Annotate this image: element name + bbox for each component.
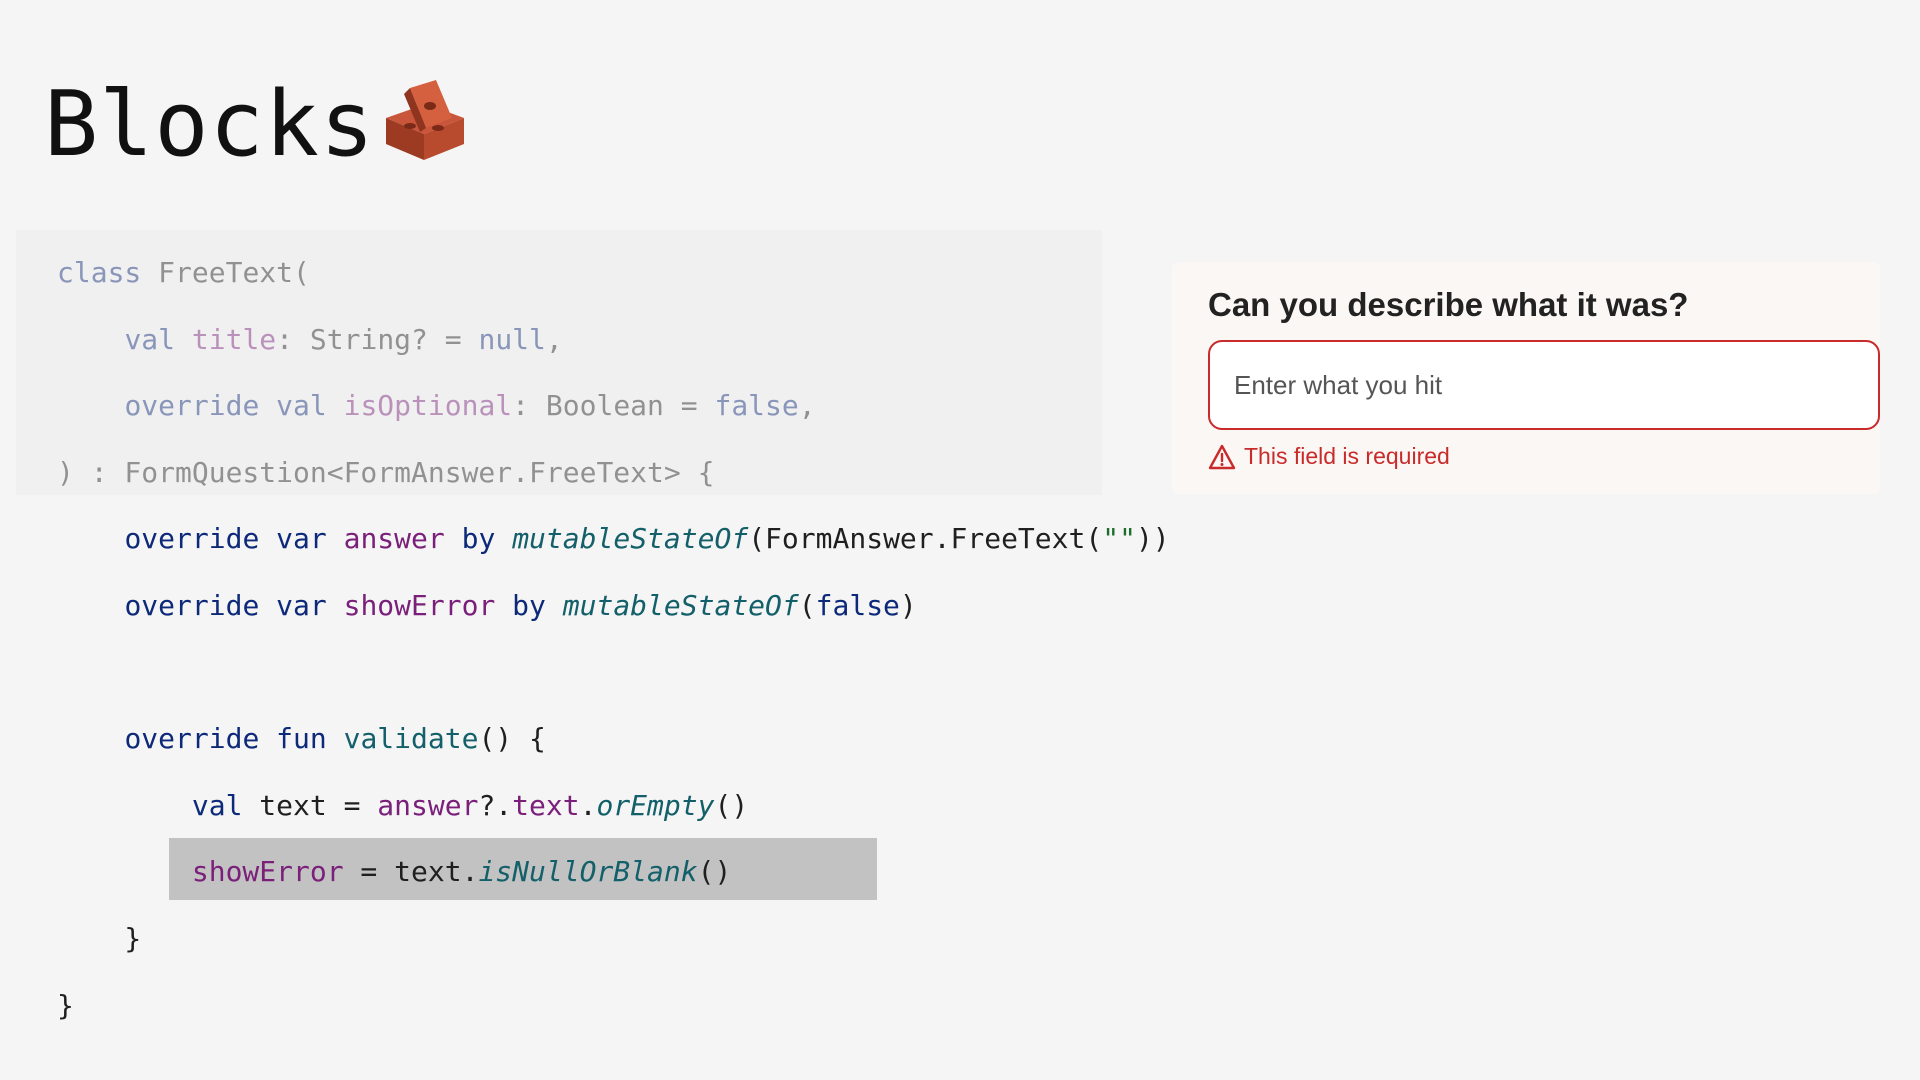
- code-line: override var answer by mutableStateOf(Fo…: [57, 506, 1170, 573]
- code-token: ,: [798, 389, 816, 423]
- code-token: by: [461, 522, 496, 556]
- code-token: orEmpty: [596, 788, 715, 822]
- code-token: showError: [191, 855, 344, 889]
- code-line: val title: String? = null,: [57, 307, 1170, 374]
- error-text: This field is required: [1244, 443, 1450, 469]
- code-token: override var: [124, 588, 327, 622]
- code-token: isOptional: [343, 389, 513, 423]
- code-token: validate: [343, 722, 479, 756]
- code-token: (): [697, 855, 732, 889]
- code-token: override var: [124, 522, 327, 556]
- error-message: This field is required: [1208, 443, 1450, 470]
- code-token: answer: [377, 788, 479, 822]
- code-line: }: [57, 906, 1170, 973]
- code-token: false: [815, 588, 900, 622]
- code-token: (): [714, 788, 749, 822]
- slide-title: Blocks: [44, 72, 376, 177]
- code-token: false: [714, 389, 799, 423]
- code-token: (FormAnswer.FreeText(: [748, 522, 1103, 556]
- code-token: FreeText(: [141, 256, 310, 289]
- code-token: .: [579, 788, 597, 822]
- code-token: mutableStateOf: [512, 522, 749, 556]
- code-line: override var showError by mutableStateOf…: [57, 573, 1170, 640]
- code-token: = text.: [343, 855, 479, 889]
- answer-text-field[interactable]: [1208, 340, 1880, 430]
- code-line: }: [57, 973, 1170, 1040]
- code-token: ,: [545, 322, 563, 356]
- code-token: title: [191, 322, 277, 356]
- code-token: mutableStateOf: [562, 588, 799, 622]
- brick-icon: [386, 80, 464, 160]
- code-token: answer: [343, 522, 445, 556]
- code-token: ?.: [478, 788, 513, 822]
- warning-triangle-icon: [1208, 444, 1236, 469]
- code-token: : String? =: [276, 322, 479, 356]
- code-token: showError: [343, 588, 496, 622]
- code-token: val: [124, 322, 176, 356]
- code-token: text: [512, 788, 580, 822]
- code-token: class: [57, 256, 142, 289]
- code-token: override val: [124, 389, 327, 423]
- code-line: showError = text.isNullOrBlank(): [57, 839, 1170, 906]
- code-block: class FreeText( val title: String? = nul…: [57, 240, 1170, 1039]
- code-token: by: [512, 588, 546, 622]
- code-token: }: [57, 988, 74, 1022]
- form-question-card: Can you describe what it was? This field…: [1172, 262, 1880, 494]
- code-token: "": [1102, 522, 1136, 556]
- code-token: ) : FormQuestion<FormAnswer.FreeText> {: [57, 455, 715, 489]
- code-token: val: [191, 788, 243, 822]
- code-token: )): [1135, 522, 1170, 556]
- code-token: text =: [242, 788, 378, 822]
- code-line: class FreeText(: [57, 240, 1170, 307]
- code-token: (: [798, 588, 816, 622]
- code-token: override fun: [124, 722, 327, 756]
- form-question-label: Can you describe what it was?: [1208, 286, 1689, 323]
- code-token: () {: [478, 722, 546, 756]
- code-token: : Boolean =: [512, 389, 715, 423]
- code-line: ) : FormQuestion<FormAnswer.FreeText> {: [57, 440, 1170, 507]
- code-line: override val isOptional: Boolean = false…: [57, 373, 1170, 440]
- code-token: null: [478, 322, 546, 356]
- code-token: isNullOrBlank: [478, 855, 698, 889]
- code-line: val text = answer?.text.orEmpty(): [57, 773, 1170, 840]
- code-token: }: [57, 921, 142, 955]
- code-token: ): [899, 588, 917, 622]
- code-line: override fun validate() {: [57, 706, 1170, 773]
